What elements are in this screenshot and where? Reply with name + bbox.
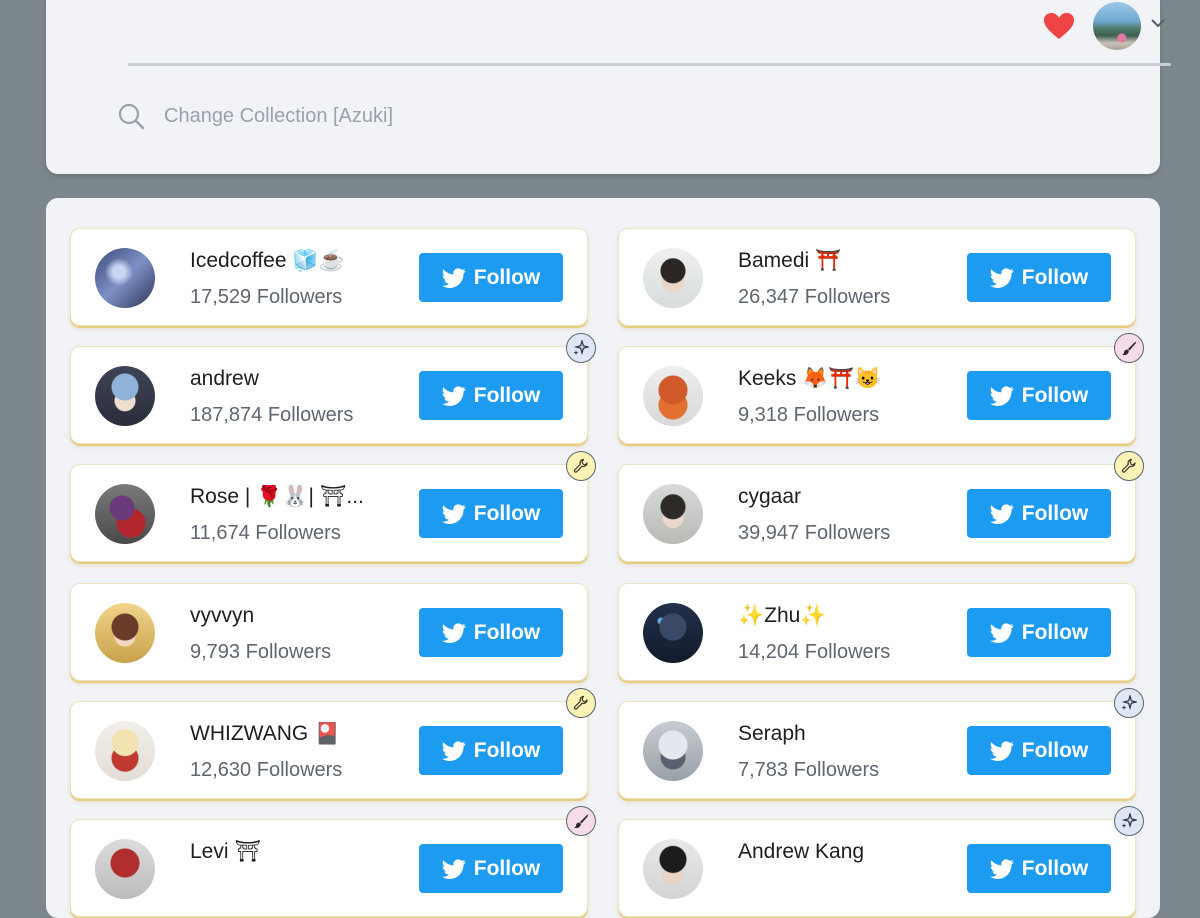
follower-count: 12,630 Followers [190,759,343,781]
user-name: Seraph [738,722,806,745]
follow-label: Follow [473,856,541,880]
follow-label: Follow [473,620,541,644]
follow-label: Follow [473,383,541,407]
divider [128,63,1171,66]
twitter-icon [441,740,466,761]
following-list-panel: Icedcoffee 🧊☕ 17,529 Followers Follow Bamed… [46,198,1160,918]
user-card: cygaar 39,947 Followers Follow [618,451,1144,562]
user-card: vyvvyn 9,793 Followers Follow [70,583,588,681]
avatar[interactable] [643,721,703,781]
follow-label: Follow [473,501,541,525]
follow-label: Follow [1021,501,1089,525]
sparkle-badge-icon [1114,806,1144,836]
user-name: Keeks 🦊⛩️😺 [738,367,881,390]
user-card: Levi ⛩ Follow [70,806,596,917]
twitter-icon [441,503,466,524]
user-card: Bamedi ⛩️ 26,347 Followers Follow [618,228,1136,326]
user-name: ✨Zhu✨ [738,604,827,627]
header-panel [46,0,1171,174]
twitter-icon [989,385,1014,406]
follow-button[interactable]: Follow [967,371,1111,420]
brush-badge-icon [566,806,596,836]
avatar[interactable] [95,603,155,663]
user-name: Andrew Kang [738,840,865,863]
user-card: Icedcoffee 🧊☕ 17,529 Followers Follow [70,228,588,326]
follower-count: 39,947 Followers [738,522,891,544]
user-card: andrew 187,874 Followers Follow [70,333,596,444]
search-icon [116,101,146,131]
follow-label: Follow [1021,620,1089,644]
twitter-icon [989,858,1014,879]
user-name: WHIZWANG 🎴 [190,722,341,745]
avatar[interactable] [95,839,155,899]
user-card: WHIZWANG 🎴 12,630 Followers Follow [70,688,596,799]
follow-button[interactable]: Follow [967,844,1111,893]
follower-count: 11,674 Followers [190,522,341,544]
wrench-badge-icon [566,688,596,718]
user-name: andrew [190,367,259,390]
wrench-badge-icon [1114,451,1144,481]
avatar[interactable] [643,484,703,544]
follow-label: Follow [473,738,541,762]
user-name: Icedcoffee 🧊☕ [190,249,345,272]
twitter-icon [989,622,1014,643]
search-input[interactable] [154,99,674,133]
user-card: Rose | 🌹🐰| ⛩... 11,674 Followers Follow [70,451,596,562]
sparkle-badge-icon [566,333,596,363]
follower-count: 14,204 Followers [738,641,891,663]
user-card: Keeks 🦊⛩️😺 9,318 Followers Follow [618,333,1144,444]
follow-button[interactable]: Follow [967,726,1111,775]
avatar[interactable] [643,603,703,663]
follow-label: Follow [1021,738,1089,762]
follow-button[interactable]: Follow [419,371,563,420]
follow-label: Follow [1021,383,1089,407]
user-name: Rose | 🌹🐰| ⛩... [190,485,364,508]
follower-count: 7,783 Followers [738,759,880,781]
wrench-badge-icon [566,451,596,481]
user-name: Levi ⛩ [190,840,262,863]
twitter-icon [989,503,1014,524]
twitter-icon [989,740,1014,761]
brush-badge-icon [1114,333,1144,363]
follow-label: Follow [1021,856,1089,880]
follow-button[interactable]: Follow [967,608,1111,657]
twitter-icon [441,622,466,643]
avatar[interactable] [643,839,703,899]
follow-button[interactable]: Follow [419,726,563,775]
follow-button[interactable]: Follow [419,489,563,538]
twitter-icon [989,267,1014,288]
follow-label: Follow [473,265,541,289]
avatar[interactable] [95,721,155,781]
avatar[interactable] [1093,2,1141,50]
follower-count: 26,347 Followers [738,286,891,308]
avatar[interactable] [643,248,703,308]
follower-count: 17,529 Followers [190,286,343,308]
follower-count: 9,318 Followers [738,404,880,426]
chevron-down-icon[interactable] [1149,14,1167,32]
sparkle-badge-icon [1114,688,1144,718]
follow-button[interactable]: Follow [419,608,563,657]
avatar[interactable] [95,248,155,308]
user-name: cygaar [738,485,802,508]
user-card: ✨Zhu✨ 14,204 Followers Follow [618,583,1136,681]
heart-icon[interactable] [1041,8,1077,44]
twitter-icon [441,267,466,288]
follow-label: Follow [1021,265,1089,289]
follower-count: 187,874 Followers [190,404,354,426]
follower-count: 9,793 Followers [190,641,332,663]
follow-button[interactable]: Follow [967,253,1111,302]
twitter-icon [441,385,466,406]
follow-button[interactable]: Follow [967,489,1111,538]
user-card: Andrew Kang Follow [618,806,1144,917]
avatar[interactable] [95,484,155,544]
user-name: vyvvyn [190,604,255,627]
follow-button[interactable]: Follow [419,253,563,302]
user-name: Bamedi ⛩️ [738,249,842,272]
twitter-icon [441,858,466,879]
user-card: Seraph 7,783 Followers Follow [618,688,1144,799]
avatar[interactable] [643,366,703,426]
follow-button[interactable]: Follow [419,844,563,893]
avatar[interactable] [95,366,155,426]
